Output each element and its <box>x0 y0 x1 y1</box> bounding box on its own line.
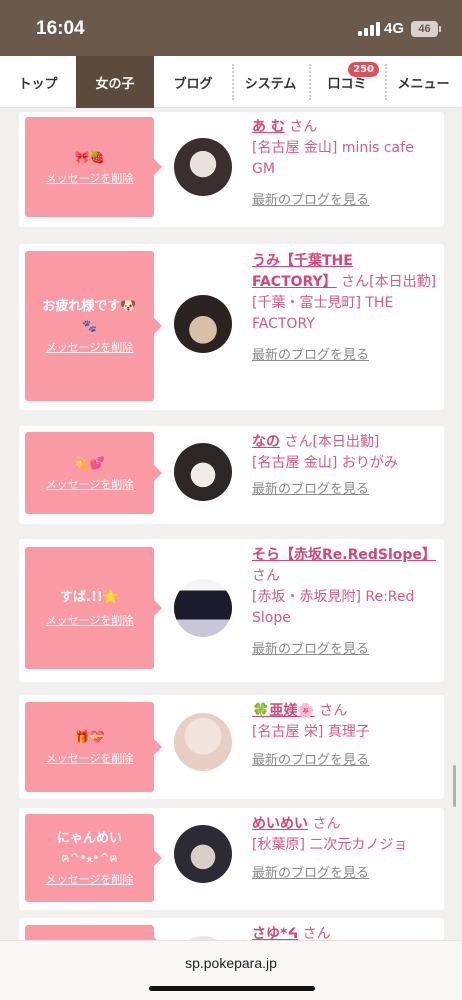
girl-info: うみ【千葉THE FACTORY】 さん[本日出勤] [千葉・富士見町] THE… <box>252 251 440 366</box>
message-box: 💫💕 メッセージを削除 <box>25 432 162 514</box>
message-emoji: 🐾 <box>82 319 97 333</box>
avatar[interactable] <box>174 579 232 637</box>
status-bar: 16:04 4G 46 <box>0 0 462 56</box>
shop-label: [赤坂・赤坂見附] Re:Red Slope <box>252 589 415 626</box>
message-card: さゆ*ᔦ さん <box>19 918 444 940</box>
top-nav: トップ 女の子 ブログ システム 口コミ 250 メニュー <box>0 56 462 108</box>
blog-link[interactable]: 最新のブログを見る <box>252 750 440 771</box>
avatar[interactable] <box>174 295 232 353</box>
tab-blog-label: ブログ <box>173 76 213 92</box>
reviews-count-badge: 250 <box>348 62 379 77</box>
shop-label: [名古屋 金山] minis cafe GM <box>252 140 414 177</box>
attendance-label: [本日出勤] <box>312 434 380 450</box>
message-card: にゃんめい ฅ^•ﻌ•^ฅ メッセージを削除 めいめい さん [秋葉原] 二次元… <box>19 808 444 910</box>
avatar[interactable] <box>174 138 232 196</box>
girl-name-link[interactable]: なの <box>252 434 280 450</box>
message-text: お疲れ様です🐶 <box>42 299 137 314</box>
message-card: すば.!!⭐️ メッセージを削除 そら【赤坂Re.RedSlope】 さん [赤… <box>19 539 444 682</box>
san-label: さん <box>341 274 370 290</box>
tab-reviews[interactable]: 口コミ 250 <box>309 56 385 108</box>
girl-name-link[interactable]: そら【赤坂Re.RedSlope】 <box>252 547 436 563</box>
delete-message-link[interactable]: メッセージを削除 <box>46 476 134 492</box>
scrollbar[interactable] <box>453 765 456 807</box>
message-emoji: 🎀🍓 <box>74 150 105 164</box>
browser-url-bar[interactable]: sp.pokepara.jp <box>0 940 462 1000</box>
san-label: さん <box>312 816 341 832</box>
battery-icon: 46 <box>411 21 441 37</box>
message-emoji: 💫💕 <box>74 456 105 470</box>
tab-top-label: トップ <box>18 76 58 92</box>
message-emoji: 🎁💝 <box>74 730 105 744</box>
message-card: お疲れ様です🐶 🐾 メッセージを削除 うみ【千葉THE FACTORY】 さん[… <box>19 244 444 410</box>
girl-info: なの さん[本日出勤] [名古屋 金山] おりがみ 最新のブログを見る <box>252 432 440 500</box>
girl-name-link[interactable]: うみ【千葉THE FACTORY】 <box>252 253 353 290</box>
girl-name-link[interactable]: めいめい <box>252 816 308 832</box>
message-box: にゃんめい ฅ^•ﻌ•^ฅ メッセージを削除 <box>25 814 162 902</box>
girl-info: さゆ*ᔦ さん <box>252 924 440 940</box>
san-label: さん <box>289 119 318 135</box>
message-card: 🎀🍓 メッセージを削除 あ む さん [名古屋 金山] minis cafe G… <box>19 112 444 227</box>
tab-system[interactable]: システム <box>232 56 309 108</box>
blog-link[interactable]: 最新のブログを見る <box>252 190 440 211</box>
blog-link[interactable]: 最新のブログを見る <box>252 345 440 366</box>
san-label: さん <box>302 926 331 940</box>
tab-girls[interactable]: 女の子 <box>76 56 154 108</box>
avatar[interactable] <box>174 443 232 501</box>
girl-info: あ む さん [名古屋 金山] minis cafe GM 最新のブログを見る <box>252 117 440 211</box>
message-box: すば.!!⭐️ メッセージを削除 <box>25 547 162 669</box>
tab-system-label: システム <box>244 76 297 92</box>
message-emoji: ฅ^•ﻌ•^ฅ <box>61 851 118 865</box>
delete-message-link[interactable]: メッセージを削除 <box>46 612 134 628</box>
tab-blog[interactable]: ブログ <box>154 56 232 108</box>
delete-message-link[interactable]: メッセージを削除 <box>46 871 134 887</box>
girl-name-link[interactable]: あ む <box>252 119 285 135</box>
message-card: 💫💕 メッセージを削除 なの さん[本日出勤] [名古屋 金山] おりがみ 最新… <box>19 426 444 524</box>
shop-label: [名古屋 栄] 真理子 <box>252 724 370 740</box>
blog-link[interactable]: 最新のブログを見る <box>252 863 440 884</box>
shop-label: [千葉・富士見町] THE FACTORY <box>252 295 394 332</box>
san-label: さん <box>284 434 313 450</box>
girl-info: 🍀亜媄🌸 さん [名古屋 栄] 真理子 最新のブログを見る <box>252 701 440 771</box>
avatar[interactable] <box>174 713 232 771</box>
girl-info: めいめい さん [秋葉原] 二次元カノジョ 最新のブログを見る <box>252 814 440 884</box>
tab-girls-label: 女の子 <box>95 76 135 92</box>
delete-message-link[interactable]: メッセージを削除 <box>46 170 134 186</box>
shop-label: [秋葉原] 二次元カノジョ <box>252 837 408 853</box>
message-box: 🎁💝 メッセージを削除 <box>25 702 162 792</box>
tab-menu-label: メニュー <box>397 76 450 92</box>
san-label: さん <box>252 568 280 584</box>
message-card: 🎁💝 メッセージを削除 🍀亜媄🌸 さん [名古屋 栄] 真理子 最新のブログを見… <box>19 695 444 799</box>
girl-info: そら【赤坂Re.RedSlope】 さん [赤坂・赤坂見附] Re:Red Sl… <box>252 545 440 660</box>
message-box <box>25 925 162 940</box>
message-box: お疲れ様です🐶 🐾 メッセージを削除 <box>25 251 162 401</box>
shop-label: [名古屋 金山] おりがみ <box>252 455 398 471</box>
message-text: すば.!!⭐️ <box>60 590 119 605</box>
url-text: sp.pokepara.jp <box>185 955 277 971</box>
blog-link[interactable]: 最新のブログを見る <box>252 479 440 500</box>
home-indicator[interactable] <box>149 986 315 991</box>
blog-link[interactable]: 最新のブログを見る <box>252 639 440 660</box>
message-box: 🎀🍓 メッセージを削除 <box>25 117 162 217</box>
girl-name-link[interactable]: 🍀亜媄🌸 <box>252 703 315 719</box>
girl-name-link[interactable]: さゆ*ᔦ <box>252 926 298 940</box>
attendance-label: [本日出勤] <box>369 274 437 290</box>
delete-message-link[interactable]: メッセージを削除 <box>46 750 134 766</box>
status-time: 16:04 <box>36 18 85 39</box>
san-label: さん <box>319 703 348 719</box>
tab-menu[interactable]: メニュー <box>385 56 462 108</box>
message-text: にゃんめい <box>56 831 122 846</box>
network-label: 4G <box>384 20 405 37</box>
signal-icon <box>358 22 380 36</box>
tab-top[interactable]: トップ <box>0 56 76 108</box>
avatar[interactable] <box>174 825 232 883</box>
delete-message-link[interactable]: メッセージを削除 <box>46 339 134 355</box>
